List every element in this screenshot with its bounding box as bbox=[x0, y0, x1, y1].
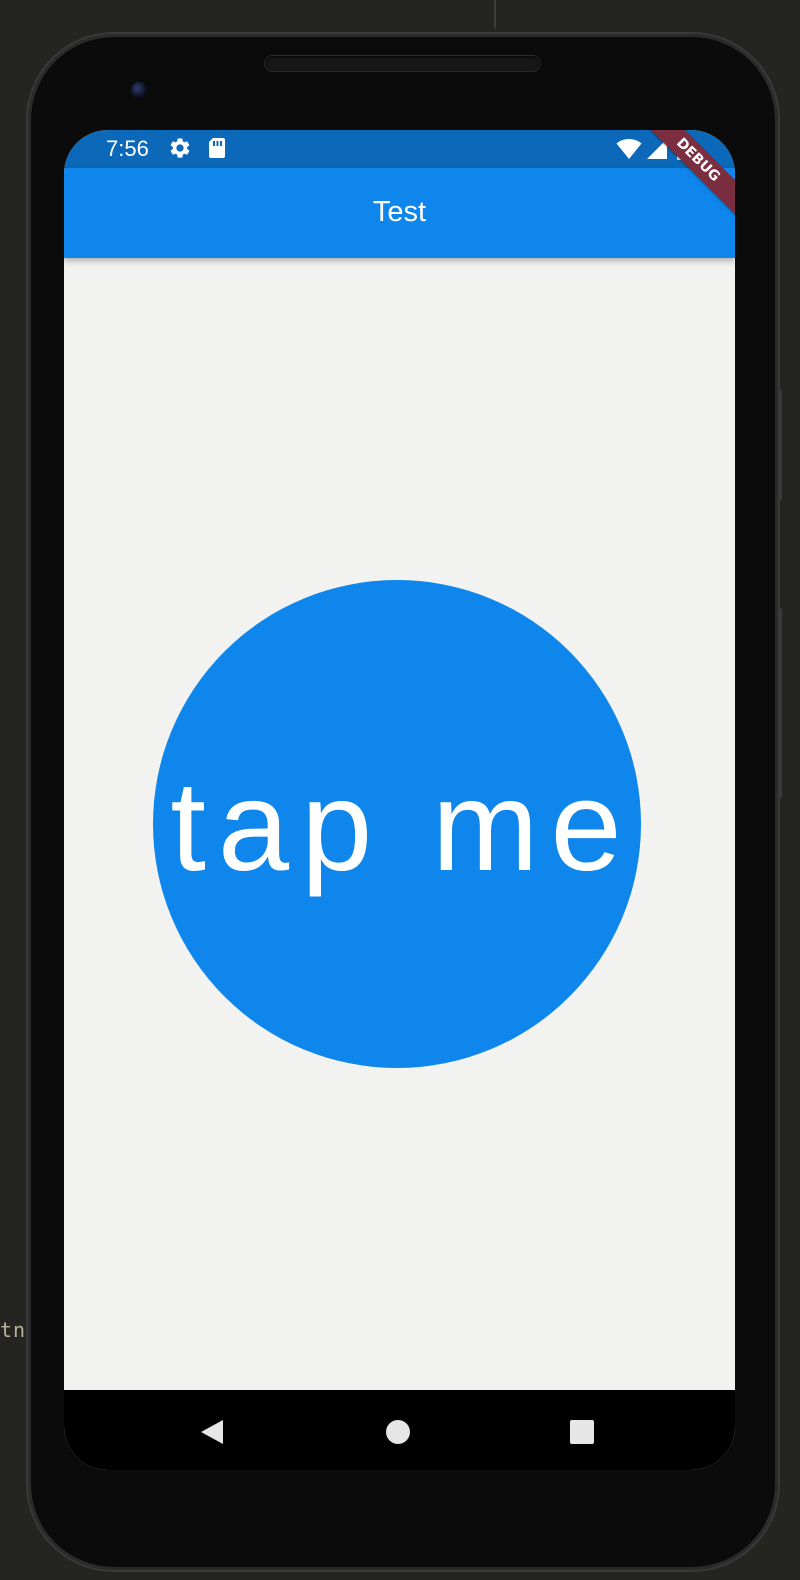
background-divider bbox=[494, 0, 496, 28]
navigation-bar bbox=[64, 1390, 735, 1470]
app-bar-title: Test bbox=[372, 196, 427, 228]
phone-screen: 7:56 DEBUG Test tap me bbox=[64, 130, 735, 1470]
tap-me-button[interactable]: tap me bbox=[153, 580, 641, 1068]
status-bar: 7:56 bbox=[64, 130, 735, 168]
recents-icon[interactable] bbox=[564, 1414, 600, 1450]
volume-key bbox=[778, 608, 782, 798]
sd-card-icon bbox=[207, 136, 227, 164]
desktop-background: tn 7:56 DEBUG Test tap me bbox=[0, 0, 800, 1580]
status-time: 7:56 bbox=[106, 136, 149, 161]
wifi-icon bbox=[616, 138, 642, 164]
content-area: tap me bbox=[64, 258, 735, 1390]
home-icon[interactable] bbox=[380, 1414, 416, 1450]
power-key bbox=[778, 390, 782, 500]
app-bar: Test bbox=[64, 168, 735, 258]
back-icon[interactable] bbox=[194, 1414, 230, 1450]
tap-me-label: tap me bbox=[170, 755, 634, 898]
phone-speaker bbox=[265, 56, 540, 71]
gear-icon bbox=[168, 136, 192, 164]
front-camera bbox=[131, 82, 147, 98]
background-code-text: tn bbox=[0, 1318, 27, 1342]
